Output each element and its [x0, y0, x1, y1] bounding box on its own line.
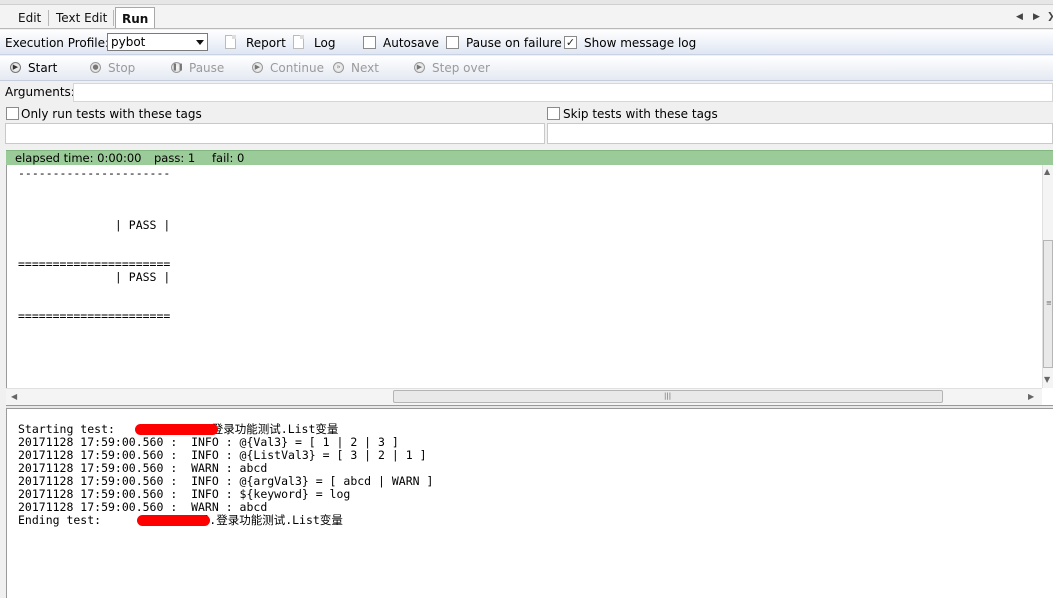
- report-page-icon[interactable]: [225, 35, 236, 49]
- step-over-button[interactable]: Step over: [432, 60, 490, 76]
- only-run-tags-checkbox[interactable]: [6, 107, 19, 120]
- scroll-grip-icon: |||: [664, 392, 672, 400]
- next-button[interactable]: Next: [351, 60, 379, 76]
- stop-button[interactable]: Stop: [108, 60, 135, 76]
- redaction-mark: [135, 424, 218, 435]
- pause-icon[interactable]: ❚❚: [171, 62, 184, 73]
- execution-profile-value: pybot: [111, 35, 146, 49]
- chevron-left-icon[interactable]: ◀: [1016, 10, 1023, 24]
- console-vertical-scroll-thumb[interactable]: ≡: [1043, 240, 1053, 368]
- skip-tags-input[interactable]: [547, 123, 1053, 144]
- log-button[interactable]: Log: [314, 35, 335, 51]
- continue-icon[interactable]: ▶: [252, 62, 263, 73]
- start-button[interactable]: Start: [28, 60, 57, 76]
- console-line: | PASS |: [18, 218, 171, 232]
- console-horizontal-scroll-thumb[interactable]: |||: [393, 390, 943, 403]
- tab-text-edit[interactable]: Text Edit: [50, 9, 113, 27]
- scroll-right-arrow-icon[interactable]: ▶: [1028, 391, 1034, 402]
- show-message-log-checkbox[interactable]: ✓: [564, 36, 577, 49]
- tab-edit[interactable]: Edit: [12, 9, 47, 27]
- play-icon[interactable]: ▶: [10, 62, 21, 73]
- tab-separator: [48, 10, 49, 26]
- scroll-up-arrow-icon[interactable]: ▲: [1044, 166, 1050, 177]
- redaction-mark: [137, 515, 210, 526]
- step-over-icon[interactable]: ▶: [414, 62, 425, 73]
- continue-button[interactable]: Continue: [270, 60, 324, 76]
- pass-count: pass: 1: [154, 151, 196, 165]
- skip-tags-label: Skip tests with these tags: [563, 107, 718, 121]
- elapsed-time: elapsed time: 0:00:00: [15, 151, 142, 165]
- skip-tags-checkbox[interactable]: [547, 107, 560, 120]
- console-line: ----------------------: [18, 166, 171, 180]
- console-line: | PASS |: [18, 270, 171, 284]
- message-log[interactable]: Starting test: .登录功能测试.List变量 20171128 1…: [6, 409, 1053, 598]
- console-line: ======================: [18, 309, 171, 323]
- scroll-down-arrow-icon[interactable]: ▼: [1044, 374, 1050, 385]
- fail-count: fail: 0: [212, 151, 245, 165]
- run-toolbar: [0, 56, 1053, 81]
- autosave-checkbox[interactable]: [363, 36, 376, 49]
- only-run-tags-label: Only run tests with these tags: [21, 107, 202, 121]
- chevron-right-icon[interactable]: ▶: [1033, 10, 1040, 24]
- next-icon[interactable]: »: [333, 62, 344, 73]
- show-message-log-label: Show message log: [584, 36, 697, 50]
- arguments-label: Arguments:: [5, 85, 75, 99]
- scroll-grip-icon: ≡: [1046, 299, 1052, 307]
- arguments-input[interactable]: [73, 83, 1053, 102]
- chevron-more-icon[interactable]: ❯: [1047, 10, 1053, 24]
- only-run-tags-input[interactable]: [5, 123, 545, 144]
- log-page-icon[interactable]: [293, 35, 304, 49]
- window-top-edge: [0, 0, 1053, 5]
- tab-run[interactable]: Run: [115, 7, 156, 28]
- stop-icon[interactable]: ●: [90, 62, 101, 73]
- autosave-label: Autosave: [383, 36, 439, 50]
- pause-button[interactable]: Pause: [189, 60, 224, 76]
- report-button[interactable]: Report: [246, 35, 286, 51]
- tab-separator: [113, 10, 114, 26]
- execution-profile-label: Execution Profile:: [5, 36, 110, 50]
- run-status-bar: elapsed time: 0:00:00 pass: 1 fail: 0: [6, 150, 1053, 165]
- console-output[interactable]: ---------------------- | PASS | =========…: [6, 165, 1053, 405]
- chevron-down-icon: [196, 40, 204, 45]
- pause-on-failure-checkbox[interactable]: [446, 36, 459, 49]
- execution-profile-select[interactable]: pybot: [107, 33, 208, 51]
- pause-on-failure-label: Pause on failure: [466, 36, 562, 50]
- scroll-left-arrow-icon[interactable]: ◀: [11, 391, 17, 402]
